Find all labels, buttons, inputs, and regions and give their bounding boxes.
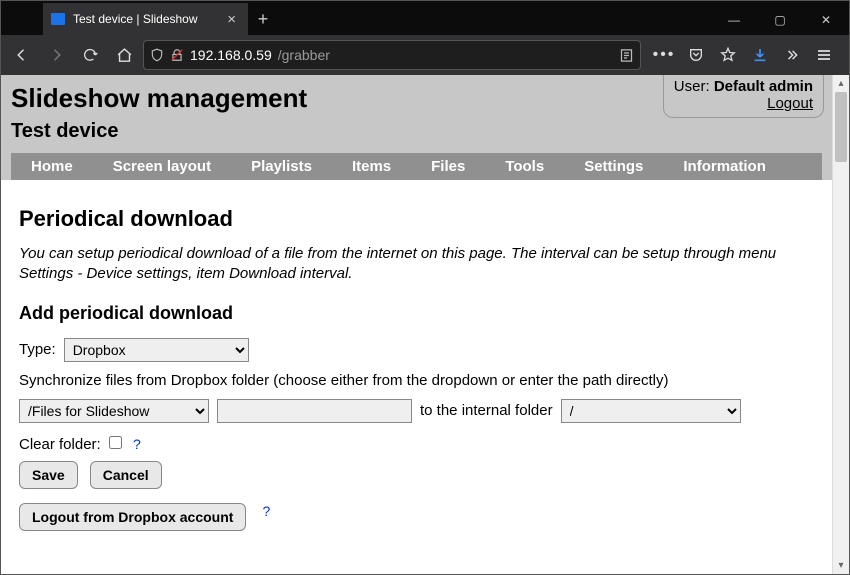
insecure-lock-icon bbox=[170, 48, 184, 62]
cancel-button[interactable]: Cancel bbox=[90, 461, 162, 489]
menu-home[interactable]: Home bbox=[11, 153, 93, 180]
new-tab-button[interactable]: + bbox=[248, 3, 278, 35]
clear-folder-row: Clear folder: ? bbox=[19, 433, 814, 453]
browser-toolbar: 192.168.0.59/grabber ••• bbox=[1, 35, 849, 75]
close-window-button[interactable]: ✕ bbox=[803, 5, 849, 35]
save-button[interactable]: Save bbox=[19, 461, 78, 489]
home-icon bbox=[116, 47, 133, 64]
to-label: to the internal folder bbox=[420, 402, 553, 419]
content: Periodical download You can setup period… bbox=[1, 180, 832, 557]
action-buttons: Save Cancel bbox=[19, 461, 814, 489]
scroll-up-icon[interactable]: ▴ bbox=[833, 75, 849, 92]
reload-button[interactable] bbox=[75, 40, 105, 70]
tab-favicon-icon bbox=[51, 13, 65, 25]
clear-folder-help-icon[interactable]: ? bbox=[129, 436, 141, 452]
logout-dropbox-help-icon[interactable]: ? bbox=[258, 503, 270, 531]
tab-close-icon[interactable]: × bbox=[223, 11, 240, 28]
window-controls: — ▢ ✕ bbox=[711, 5, 849, 35]
scroll-thumb[interactable] bbox=[835, 92, 847, 162]
logout-link[interactable]: Logout bbox=[767, 95, 813, 112]
downloads-button[interactable] bbox=[745, 40, 775, 70]
back-button[interactable] bbox=[7, 40, 37, 70]
home-button[interactable] bbox=[109, 40, 139, 70]
sync-label: Synchronize files from Dropbox folder (c… bbox=[19, 372, 814, 389]
menu-files[interactable]: Files bbox=[411, 153, 485, 180]
menu-settings[interactable]: Settings bbox=[564, 153, 663, 180]
page-actions-button[interactable]: ••• bbox=[649, 40, 679, 70]
download-icon bbox=[752, 47, 768, 63]
type-label: Type: bbox=[19, 341, 56, 358]
user-box: User: Default admin Logout bbox=[663, 75, 824, 118]
tab-strip: Test device | Slideshow × + — ▢ ✕ bbox=[1, 1, 849, 35]
tab-title: Test device | Slideshow bbox=[73, 12, 215, 26]
chevron-double-right-icon bbox=[785, 48, 799, 62]
url-host: 192.168.0.59 bbox=[190, 47, 272, 63]
bookmark-button[interactable] bbox=[713, 40, 743, 70]
type-select[interactable]: Dropbox bbox=[64, 338, 249, 362]
app-menu-button[interactable] bbox=[809, 40, 839, 70]
intro-text: You can setup periodical download of a f… bbox=[19, 244, 814, 285]
maximize-button[interactable]: ▢ bbox=[757, 5, 803, 35]
address-bar[interactable]: 192.168.0.59/grabber bbox=[143, 40, 641, 70]
vertical-scrollbar[interactable]: ▴ ▾ bbox=[832, 75, 849, 574]
url-path: /grabber bbox=[278, 47, 330, 63]
page-header: User: Default admin Logout Slideshow man… bbox=[1, 75, 832, 180]
reload-icon bbox=[82, 47, 98, 63]
forward-button[interactable] bbox=[41, 40, 71, 70]
overflow-button[interactable] bbox=[777, 40, 807, 70]
menu-tools[interactable]: Tools bbox=[485, 153, 564, 180]
clear-folder-label: Clear folder: bbox=[19, 436, 101, 453]
menu-items[interactable]: Items bbox=[332, 153, 411, 180]
menu-screen-layout[interactable]: Screen layout bbox=[93, 153, 231, 180]
minimize-button[interactable]: — bbox=[711, 5, 757, 35]
arrow-right-icon bbox=[47, 46, 65, 64]
shield-icon bbox=[150, 48, 164, 62]
reader-mode-icon[interactable] bbox=[619, 48, 634, 63]
dropbox-logout-row: Logout from Dropbox account ? bbox=[19, 503, 814, 531]
user-prefix: User: bbox=[674, 78, 714, 95]
browser-tab[interactable]: Test device | Slideshow × bbox=[43, 3, 248, 35]
scroll-down-icon[interactable]: ▾ bbox=[833, 557, 849, 574]
section-heading: Periodical download bbox=[19, 206, 814, 232]
pocket-icon bbox=[688, 47, 704, 63]
type-row: Type: Dropbox bbox=[19, 338, 814, 362]
star-icon bbox=[720, 47, 736, 63]
browser-window: Test device | Slideshow × + — ▢ ✕ bbox=[0, 0, 850, 575]
menu-playlists[interactable]: Playlists bbox=[231, 153, 332, 180]
source-path-input[interactable] bbox=[217, 399, 412, 423]
pocket-button[interactable] bbox=[681, 40, 711, 70]
username: Default admin bbox=[714, 78, 813, 95]
sync-row: /Files for Slideshow to the internal fol… bbox=[19, 399, 814, 423]
source-folder-select[interactable]: /Files for Slideshow bbox=[19, 399, 209, 423]
subsection-heading: Add periodical download bbox=[19, 303, 814, 324]
clear-folder-checkbox[interactable] bbox=[109, 436, 122, 449]
arrow-left-icon bbox=[13, 46, 31, 64]
menu-information[interactable]: Information bbox=[663, 153, 786, 180]
toolbar-right: ••• bbox=[645, 40, 843, 70]
logout-dropbox-button[interactable]: Logout from Dropbox account bbox=[19, 503, 246, 531]
page: User: Default admin Logout Slideshow man… bbox=[1, 75, 832, 574]
device-name: Test device bbox=[11, 120, 822, 143]
hamburger-icon bbox=[816, 47, 832, 63]
main-menu: Home Screen layout Playlists Items Files… bbox=[11, 153, 822, 180]
viewport: User: Default admin Logout Slideshow man… bbox=[1, 75, 849, 574]
destination-folder-select[interactable]: / bbox=[561, 399, 741, 423]
